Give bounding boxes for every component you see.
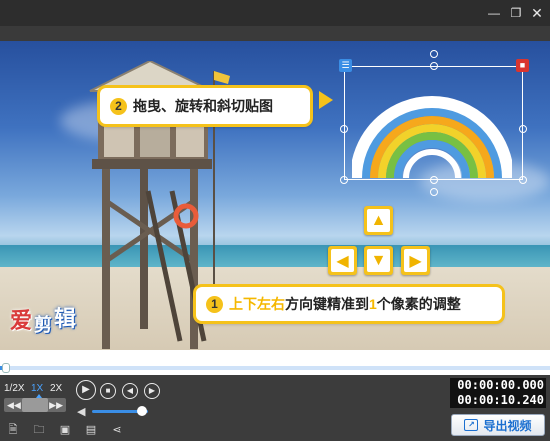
current-time: 00:00:00.000	[450, 378, 546, 393]
speed-slower-icon[interactable]: ◀◀	[7, 398, 21, 412]
resize-handle-bottom-left[interactable]	[340, 176, 348, 184]
sticker-selection-box[interactable]	[344, 66, 523, 180]
rotate-handle[interactable]	[430, 50, 438, 58]
app-window: — ❐ ✕ 2 拖曳、旋转和斜切贴图 ☰ ■ ▲ ◀ ▼ ▶ 1 上下左右 方向…	[0, 0, 550, 441]
arrow-keys-callout: 1 上下左右 方向键精准到 1 个像素的调整	[196, 287, 502, 321]
app-logo: 爱 剪 辑	[10, 303, 90, 343]
callout-number-text: 1	[369, 296, 377, 312]
logo-char-2: 剪	[34, 315, 52, 336]
callout-end-text: 个像素的调整	[376, 296, 461, 312]
speed-normal[interactable]: 1X	[31, 383, 43, 394]
export-video-button[interactable]: ↗ 导出视频	[451, 414, 545, 436]
callout-text: 拖曳、旋转和斜切贴图	[133, 98, 273, 114]
resize-handle-bottom-right[interactable]	[519, 176, 527, 184]
speed-half[interactable]: 1/2X	[4, 383, 25, 394]
volume-icon[interactable]: ◀	[77, 405, 85, 418]
play-button[interactable]: ▶	[76, 380, 96, 400]
drag-rotate-callout: 2 拖曳、旋转和斜切贴图	[100, 88, 310, 124]
total-time: 00:00:10.240	[450, 393, 546, 408]
logo-char-1: 爱	[10, 308, 33, 334]
callout-highlight-text: 上下左右	[229, 296, 285, 312]
prev-frame-button[interactable]: ◀	[122, 383, 138, 399]
save-as-icon[interactable]: ▤	[84, 424, 98, 437]
export-icon: ↗	[464, 419, 479, 431]
playhead[interactable]	[2, 363, 10, 373]
callout-pointer-icon	[319, 91, 333, 109]
video-preview[interactable]: 2 拖曳、旋转和斜切贴图 ☰ ■ ▲ ◀ ▼ ▶ 1 上下左右 方向键精准到 1…	[0, 41, 550, 350]
restore-icon[interactable]: ❐	[506, 3, 526, 23]
step-number-badge: 1	[206, 295, 223, 313]
arrow-left-key: ◀	[328, 246, 357, 275]
resize-handle-left[interactable]	[340, 125, 348, 133]
save-icon[interactable]: ▣	[58, 424, 72, 437]
arrow-right-key: ▶	[401, 246, 430, 275]
arrow-up-key: ▲	[364, 206, 393, 235]
speed-faster-icon[interactable]: ▶▶	[49, 398, 63, 412]
resize-handle-bottom[interactable]	[430, 176, 438, 184]
open-folder-icon[interactable]: 🗀	[32, 424, 46, 437]
title-bar: — ❐ ✕	[0, 0, 550, 26]
resize-handle-right[interactable]	[519, 125, 527, 133]
skew-handle-bottom[interactable]	[430, 188, 438, 196]
next-frame-button[interactable]: ▶	[144, 383, 160, 399]
export-button-label: 导出视频	[483, 418, 532, 433]
resize-handle-top[interactable]	[430, 62, 438, 70]
share-icon[interactable]: ⋖	[110, 424, 124, 437]
layer-list-icon[interactable]: ☰	[339, 59, 352, 72]
minimize-icon[interactable]: —	[484, 3, 504, 23]
speed-slider[interactable]: ◀◀ ▶▶	[4, 398, 66, 412]
speed-slider-thumb[interactable]	[22, 398, 48, 412]
speed-double[interactable]: 2X	[50, 383, 62, 394]
callout-mid-text: 方向键精准到	[285, 296, 369, 312]
volume-knob[interactable]	[137, 406, 147, 416]
close-icon[interactable]: ✕	[527, 3, 547, 23]
stop-button[interactable]: ■	[100, 383, 116, 399]
step-number-badge: 2	[110, 97, 127, 115]
arrow-down-key: ▼	[364, 246, 393, 275]
delete-icon[interactable]: ■	[516, 59, 529, 72]
logo-char-3: 辑	[54, 306, 77, 332]
new-project-icon[interactable]: 🗎	[6, 424, 20, 437]
